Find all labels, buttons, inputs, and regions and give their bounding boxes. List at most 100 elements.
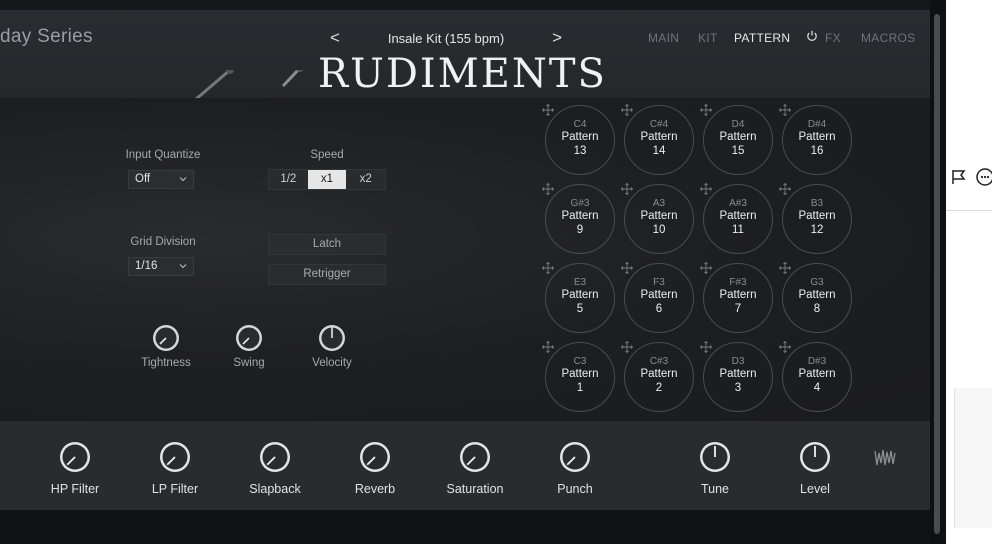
pad-pattern-number: 15	[731, 145, 745, 157]
macro-knob-label: Saturation	[446, 482, 504, 496]
macro-knob[interactable]	[558, 440, 592, 474]
pad-pattern-number: 2	[655, 382, 663, 394]
pattern-pad[interactable]: E3 Pattern 5	[545, 263, 615, 333]
grid-division-dropdown[interactable]: 1/16	[128, 257, 194, 276]
macro-knob-label: Level	[800, 482, 830, 496]
speed-half-button[interactable]: 1/2	[269, 170, 308, 189]
drag-handle-icon[interactable]	[779, 341, 791, 353]
scrollbar-thumb[interactable]	[934, 14, 940, 534]
macro-knob[interactable]	[158, 440, 192, 474]
pattern-pad[interactable]: C4 Pattern 13	[545, 105, 615, 175]
more-options-icon[interactable]	[974, 166, 992, 188]
input-quantize-label: Input Quantize	[125, 149, 201, 161]
swing-label: Swing	[233, 357, 265, 369]
series-title: day Series	[0, 26, 93, 47]
macro-knob[interactable]	[358, 440, 392, 474]
pad-note-label: E3	[573, 277, 587, 288]
pad-pattern-number: 11	[732, 224, 744, 236]
preset-prev-button[interactable]: <	[330, 28, 340, 48]
pad-note-label: F#3	[729, 277, 747, 288]
pattern-pad[interactable]: A3 Pattern 10	[624, 184, 694, 254]
preset-selector: < Insale Kit (155 bpm) >	[330, 28, 562, 48]
pad-pattern-label: Pattern	[719, 210, 757, 222]
retrigger-button[interactable]: Retrigger	[268, 264, 386, 285]
macro-knob[interactable]	[798, 440, 832, 474]
macro-knob[interactable]	[258, 440, 292, 474]
drag-handle-icon[interactable]	[621, 104, 633, 116]
pattern-pad[interactable]: G3 Pattern 8	[782, 263, 852, 333]
pattern-pad[interactable]: D#4 Pattern 16	[782, 105, 852, 175]
pattern-pad[interactable]: G#3 Pattern 9	[545, 184, 615, 254]
top-strip	[0, 0, 930, 10]
side-panel-box	[954, 388, 992, 528]
tab-fx[interactable]: FX	[825, 31, 841, 45]
pad-pattern-label: Pattern	[798, 210, 836, 222]
drag-handle-icon[interactable]	[700, 104, 712, 116]
pad-pattern-number: 13	[573, 145, 587, 157]
drag-handle-icon[interactable]	[542, 341, 554, 353]
pattern-pad[interactable]: C#4 Pattern 14	[624, 105, 694, 175]
drag-handle-icon[interactable]	[779, 262, 791, 274]
drag-handle-icon[interactable]	[542, 262, 554, 274]
pattern-pad[interactable]: F3 Pattern 6	[624, 263, 694, 333]
speed-x2-button[interactable]: x2	[346, 170, 385, 189]
drag-handle-icon[interactable]	[700, 341, 712, 353]
macro-knob[interactable]	[58, 440, 92, 474]
side-panel	[946, 0, 992, 544]
drag-handle-icon[interactable]	[621, 341, 633, 353]
drag-handle-icon[interactable]	[621, 262, 633, 274]
tab-pattern[interactable]: PATTERN	[734, 31, 790, 45]
macro-bar: HP Filter LP Filter Slapback Reverb Saturati…	[0, 421, 930, 510]
pad-note-label: B3	[810, 198, 824, 209]
header-bar: day Series < Insale Kit (155 bpm) > MAIN…	[0, 10, 930, 190]
drag-handle-icon[interactable]	[621, 183, 633, 195]
pattern-pad[interactable]: C3 Pattern 1	[545, 342, 615, 412]
pad-pattern-label: Pattern	[798, 289, 836, 301]
tab-main[interactable]: MAIN	[648, 31, 679, 45]
pattern-pad[interactable]: C#3 Pattern 2	[624, 342, 694, 412]
preset-name[interactable]: Insale Kit (155 bpm)	[388, 31, 504, 46]
pattern-panel: Input Quantize Off Grid Division 1/16 Sp…	[0, 98, 930, 421]
pad-note-label: G#3	[570, 198, 590, 209]
tab-kit[interactable]: KIT	[698, 31, 718, 45]
drag-handle-icon[interactable]	[700, 262, 712, 274]
pattern-pad[interactable]: D4 Pattern 15	[703, 105, 773, 175]
instrument-title: RUDIMENTS	[318, 51, 607, 97]
pattern-pad[interactable]: A#3 Pattern 11	[703, 184, 773, 254]
pad-pattern-label: Pattern	[719, 131, 757, 143]
macro-knob-label: Reverb	[354, 482, 396, 496]
pad-pattern-number: 8	[813, 303, 821, 315]
pattern-pad[interactable]: D3 Pattern 3	[703, 342, 773, 412]
macro-knob[interactable]	[698, 440, 732, 474]
pad-pattern-number: 3	[734, 382, 742, 394]
macro-knob[interactable]	[458, 440, 492, 474]
swing-knob[interactable]	[234, 323, 264, 353]
pattern-pad[interactable]: D#3 Pattern 4	[782, 342, 852, 412]
pad-pattern-number: 6	[655, 303, 663, 315]
velocity-knob[interactable]	[317, 323, 347, 353]
preset-next-button[interactable]: >	[552, 28, 562, 48]
tightness-knob[interactable]	[151, 323, 181, 353]
pattern-pad[interactable]: F#3 Pattern 7	[703, 263, 773, 333]
drag-handle-icon[interactable]	[779, 183, 791, 195]
flag-icon[interactable]	[950, 168, 968, 186]
pattern-pad[interactable]: B3 Pattern 12	[782, 184, 852, 254]
pad-pattern-label: Pattern	[640, 289, 678, 301]
pad-note-label: A#3	[729, 198, 747, 209]
pad-pattern-label: Pattern	[561, 368, 599, 380]
fx-power-icon[interactable]	[806, 30, 818, 42]
drag-handle-icon[interactable]	[542, 104, 554, 116]
input-quantize-dropdown[interactable]: Off	[128, 170, 194, 189]
speed-label: Speed	[310, 149, 344, 161]
drag-handle-icon[interactable]	[542, 183, 554, 195]
tab-macros[interactable]: MACROS	[861, 31, 915, 45]
drag-handle-icon[interactable]	[779, 104, 791, 116]
speed-x1-button[interactable]: x1	[307, 170, 347, 189]
velocity-label: Velocity	[312, 357, 352, 369]
macro-knob-label: Slapback	[249, 482, 301, 496]
macro-knob-label: Punch	[557, 482, 593, 496]
plugin-window: day Series < Insale Kit (155 bpm) > MAIN…	[0, 0, 930, 510]
drag-handle-icon[interactable]	[700, 183, 712, 195]
input-quantize-value: Off	[135, 173, 151, 185]
latch-button[interactable]: Latch	[268, 234, 386, 255]
